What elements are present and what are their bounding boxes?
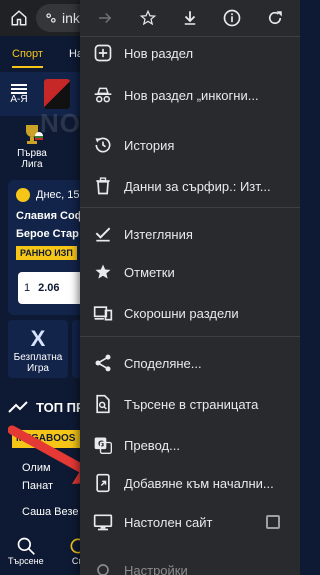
menu-item-label: Настолен сайт xyxy=(124,514,213,530)
bottom-nav-search-label: Търсене xyxy=(8,556,44,566)
menu-item-label: Нов раздел „инкогни... xyxy=(124,87,259,103)
menu-item-add-to-home[interactable]: Добавяне към начални... xyxy=(80,466,300,500)
screen: ink Спорт На А-Я Първа Лига Ви Л NOSTRAB… xyxy=(0,0,300,575)
bottom-nav-search[interactable]: Търсене xyxy=(8,532,44,575)
add-to-home-icon xyxy=(92,472,114,494)
az-button[interactable]: А-Я xyxy=(6,76,32,112)
translate-icon: G xyxy=(92,434,114,456)
refresh-icon xyxy=(268,11,282,25)
menu-item-find-in-page[interactable]: Търсене в страницата xyxy=(80,387,300,421)
desktop-site-checkbox[interactable] xyxy=(266,515,280,529)
menu-item-label: Споделяне... xyxy=(124,355,202,371)
forward-button[interactable] xyxy=(91,4,119,32)
menu-item-label: История xyxy=(124,137,175,153)
odds-button[interactable]: 1 2.06 xyxy=(18,272,88,304)
menu-item-new-tab[interactable]: Нов раздел xyxy=(80,36,300,70)
home-button[interactable] xyxy=(8,7,30,29)
free-game-tile[interactable]: X Безплатна Игра xyxy=(8,320,68,378)
category-label-1: Първа xyxy=(17,148,47,159)
promo-label-1: Безплатна xyxy=(13,352,63,363)
menu-item-label: Търсене в страницата xyxy=(124,396,259,412)
trash-icon xyxy=(92,175,114,197)
az-label: А-Я xyxy=(10,93,28,105)
new-tab-icon xyxy=(92,42,114,64)
percent-icon xyxy=(16,188,30,202)
team-logo[interactable] xyxy=(44,79,70,109)
bookmark-button[interactable] xyxy=(134,4,162,32)
incognito-icon xyxy=(92,84,114,106)
menu-divider xyxy=(80,336,300,337)
find-in-page-icon xyxy=(92,393,114,415)
menu-item-history[interactable]: История xyxy=(80,128,300,162)
download-icon xyxy=(184,11,196,25)
early-payout-badge: РАННО ИЗП xyxy=(16,246,77,260)
tab-sport[interactable]: Спорт xyxy=(12,48,43,68)
menu-item-settings-partial[interactable]: Настройки xyxy=(80,553,300,575)
downloads-check-icon xyxy=(92,223,114,245)
top-row-1[interactable]: Олим xyxy=(22,462,51,474)
x-logo-icon: X xyxy=(30,326,46,351)
browser-menu: Нов раздел Нов раздел „инкогни... Истори… xyxy=(80,0,300,575)
menu-item-label: Данни за сърфир.: Изт... xyxy=(124,178,271,194)
recent-tabs-icon xyxy=(92,302,114,324)
refresh-button[interactable] xyxy=(261,4,289,32)
menu-item-label: Настройки xyxy=(124,562,188,575)
history-icon xyxy=(92,134,114,156)
top-title: ТОП ПР xyxy=(36,400,85,415)
home-icon xyxy=(11,10,27,26)
top-row-2[interactable]: Панат xyxy=(22,480,53,492)
menu-item-bookmarks[interactable]: Отметки xyxy=(80,255,300,289)
star-icon xyxy=(139,9,156,26)
odds-index: 1 xyxy=(24,282,31,294)
menu-item-recent-tabs[interactable]: Скорошни раздели xyxy=(80,296,300,330)
trend-up-icon xyxy=(8,401,28,413)
menu-item-label: Нов раздел xyxy=(124,45,194,61)
forward-icon xyxy=(99,12,112,24)
promo-label-2: Игра xyxy=(27,363,49,374)
gear-icon xyxy=(92,559,114,575)
share-icon xyxy=(92,352,114,374)
menu-item-share[interactable]: Споделяне... xyxy=(80,346,300,380)
menu-item-label: Отметки xyxy=(124,264,175,280)
menu-item-label: Превод... xyxy=(124,437,180,453)
odds-value: 2.06 xyxy=(38,282,60,294)
desktop-site-icon xyxy=(92,511,114,533)
menu-item-label: Скорошни раздели xyxy=(124,305,239,321)
site-settings-icon xyxy=(46,13,56,23)
menu-item-label: Добавяне към начални... xyxy=(124,475,274,491)
menu-divider xyxy=(80,207,300,208)
info-icon xyxy=(224,9,241,27)
search-icon xyxy=(17,537,35,555)
top-row-3[interactable]: Саша Везе xyxy=(22,506,78,518)
url-text: ink xyxy=(62,10,80,26)
bookmarks-star-icon xyxy=(92,261,114,283)
menu-item-translate[interactable]: G Превод... xyxy=(80,428,300,462)
category-label-2: Лига xyxy=(21,159,43,170)
menu-item-label: Изтегляния xyxy=(124,226,193,242)
menu-item-incognito[interactable]: Нов раздел „инкогни... xyxy=(80,78,300,112)
match-date-text: Днес, 15: xyxy=(36,189,83,201)
download-button[interactable] xyxy=(176,4,204,32)
list-icon xyxy=(11,83,27,94)
page-info-button[interactable] xyxy=(218,4,246,32)
menu-toolbar xyxy=(80,0,300,36)
menu-item-clear-data[interactable]: Данни за сърфир.: Изт... xyxy=(80,169,300,203)
menu-item-downloads[interactable]: Изтегляния xyxy=(80,217,300,251)
menu-item-desktop-site[interactable]: Настолен сайт xyxy=(80,505,300,539)
